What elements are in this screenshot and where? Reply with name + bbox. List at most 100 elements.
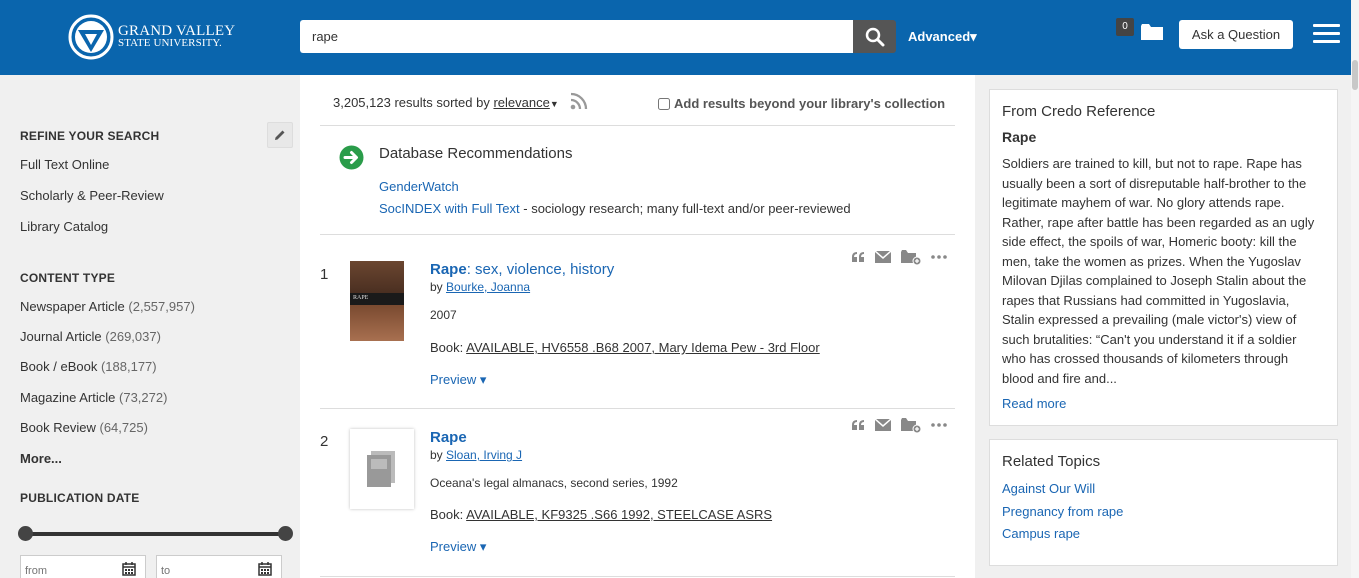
content-type-book[interactable]: Book / eBook (188,177) bbox=[20, 359, 157, 374]
edit-refine-button[interactable] bbox=[267, 122, 293, 148]
result-1-availability-link[interactable]: AVAILABLE, HV6558 .B68 2007, Mary Idema … bbox=[466, 340, 820, 355]
search-bar bbox=[300, 20, 896, 53]
content-type-label: Journal Article bbox=[20, 329, 102, 344]
result-2-number: 2 bbox=[320, 433, 329, 450]
cover-title-text: RAPE bbox=[353, 295, 369, 301]
content-type-more[interactable]: More... bbox=[20, 451, 62, 466]
gvsu-logo[interactable]: GRAND VALLEY STATE UNIVERSITY. bbox=[68, 13, 238, 61]
result-1-number: 1 bbox=[320, 266, 329, 283]
divider bbox=[320, 234, 955, 235]
content-type-magazine[interactable]: Magazine Article (73,272) bbox=[20, 390, 167, 405]
db-link-socindex[interactable]: SocINDEX with Full Text bbox=[379, 201, 520, 216]
calendar-icon[interactable] bbox=[122, 562, 136, 576]
credo-read-more-link[interactable]: Read more bbox=[1002, 396, 1066, 411]
date-from-input[interactable] bbox=[21, 556, 113, 578]
content-type-book-review[interactable]: Book Review (64,725) bbox=[20, 420, 148, 435]
db-link-genderwatch[interactable]: GenderWatch bbox=[379, 179, 459, 194]
slider-handle-end[interactable] bbox=[278, 526, 293, 541]
related-topic-link[interactable]: Against Our Will bbox=[1002, 481, 1095, 496]
result-1-author-link[interactable]: Bourke, Joanna bbox=[446, 280, 530, 294]
related-topic-link[interactable]: Campus rape bbox=[1002, 526, 1080, 541]
content-type-count: (64,725) bbox=[99, 420, 148, 435]
related-topic-link[interactable]: Pregnancy from rape bbox=[1002, 504, 1123, 519]
content-type-heading: CONTENT TYPE bbox=[20, 271, 116, 285]
ask-a-question-button[interactable]: Ask a Question bbox=[1179, 20, 1293, 49]
beyond-collection-toggle[interactable]: Add results beyond your library's collec… bbox=[658, 96, 945, 111]
refine-library-catalog[interactable]: Library Catalog bbox=[20, 219, 108, 234]
logo-text: GRAND VALLEY STATE UNIVERSITY. bbox=[118, 24, 235, 50]
email-icon[interactable] bbox=[875, 251, 891, 263]
content-type-label: Book / eBook bbox=[20, 359, 98, 374]
date-range-slider[interactable] bbox=[25, 532, 285, 536]
result-1-availability: Book: AVAILABLE, HV6558 .B68 2007, Mary … bbox=[430, 340, 820, 355]
result-title-rest: : sex, violence, history bbox=[466, 261, 615, 278]
beyond-collection-checkbox[interactable] bbox=[658, 97, 670, 110]
refine-full-text-online[interactable]: Full Text Online bbox=[20, 157, 109, 172]
logo-line-2: STATE UNIVERSITY. bbox=[118, 37, 222, 49]
db-recommendation-socindex: SocINDEX with Full Text - sociology rese… bbox=[379, 201, 851, 216]
content-type-count: (188,177) bbox=[100, 359, 157, 374]
database-recommendations-title: Database Recommendations bbox=[379, 145, 573, 162]
sort-caret-icon[interactable]: ▼ bbox=[550, 99, 559, 109]
db-socindex-description: - sociology research; many full-text and… bbox=[519, 201, 851, 216]
cite-icon[interactable] bbox=[851, 251, 865, 263]
result-1-preview-toggle[interactable]: Preview ▾ bbox=[430, 372, 486, 388]
related-topics-heading: Related Topics bbox=[1002, 453, 1101, 470]
by-label: by bbox=[430, 280, 447, 294]
more-options-icon[interactable] bbox=[931, 423, 947, 427]
search-icon bbox=[865, 27, 884, 46]
date-to-box bbox=[156, 555, 282, 578]
email-icon[interactable] bbox=[875, 419, 891, 431]
result-1-meta: 2007 bbox=[430, 308, 457, 322]
result-2-cover-placeholder[interactable] bbox=[350, 429, 414, 509]
date-to-input[interactable] bbox=[157, 556, 249, 578]
content-type-count: (2,557,957) bbox=[128, 299, 195, 314]
folder-icon bbox=[1141, 24, 1163, 40]
content-type-label: Newspaper Article bbox=[20, 299, 125, 314]
content-type-count: (269,037) bbox=[105, 329, 161, 344]
divider bbox=[320, 408, 955, 409]
divider bbox=[320, 576, 955, 577]
beyond-collection-label: Add results beyond your library's collec… bbox=[674, 96, 946, 111]
results-summary: 3,205,123 results sorted by relevance▼ bbox=[333, 95, 559, 110]
slider-handle-start[interactable] bbox=[18, 526, 33, 541]
credo-reference-panel: From Credo Reference Rape Soldiers are t… bbox=[989, 89, 1338, 426]
book-placeholder-icon bbox=[367, 451, 395, 487]
calendar-icon[interactable] bbox=[258, 562, 272, 576]
result-2-meta: Oceana's legal almanacs, second series, … bbox=[430, 476, 678, 490]
result-2-author-link[interactable]: Sloan, Irving J bbox=[446, 448, 522, 462]
availability-prefix: Book: bbox=[430, 340, 467, 355]
saved-items-folder[interactable]: 0 bbox=[1116, 16, 1166, 46]
result-2-availability-link[interactable]: AVAILABLE, KF9325 .S66 1992, STEELCASE A… bbox=[466, 507, 772, 522]
scrollbar-thumb[interactable] bbox=[1352, 60, 1358, 90]
rss-icon[interactable] bbox=[570, 92, 588, 110]
search-button[interactable] bbox=[853, 20, 896, 53]
more-options-icon[interactable] bbox=[931, 255, 947, 259]
search-input[interactable] bbox=[300, 20, 853, 53]
content-type-newspaper[interactable]: Newspaper Article (2,557,957) bbox=[20, 299, 195, 314]
add-to-folder-icon[interactable] bbox=[901, 249, 921, 265]
result-2-title-link[interactable]: Rape bbox=[430, 429, 467, 446]
result-1-cover-image[interactable]: RAPE bbox=[350, 261, 404, 341]
divider bbox=[320, 125, 955, 126]
content-type-label: Book Review bbox=[20, 420, 96, 435]
menu-icon[interactable] bbox=[1313, 24, 1340, 46]
sort-dropdown[interactable]: relevance bbox=[493, 95, 549, 110]
result-1-actions bbox=[851, 249, 957, 265]
advanced-search-dropdown[interactable]: Advanced▾ bbox=[908, 29, 977, 45]
folder-count-badge: 0 bbox=[1116, 18, 1134, 36]
content-type-journal[interactable]: Journal Article (269,037) bbox=[20, 329, 161, 344]
cite-icon[interactable] bbox=[851, 419, 865, 431]
refine-scholarly[interactable]: Scholarly & Peer-Review bbox=[20, 188, 164, 203]
result-1-title-link[interactable]: Rape: sex, violence, history bbox=[430, 261, 614, 278]
by-label: by bbox=[430, 448, 447, 462]
content-type-count: (73,272) bbox=[119, 390, 168, 405]
result-2-preview-toggle[interactable]: Preview ▾ bbox=[430, 539, 486, 555]
result-title-bold: Rape bbox=[430, 429, 467, 446]
result-2-byline: by Sloan, Irving J bbox=[430, 448, 522, 462]
top-bar: GRAND VALLEY STATE UNIVERSITY. Advanced▾… bbox=[0, 0, 1359, 75]
refine-heading: REFINE YOUR SEARCH bbox=[20, 129, 160, 143]
add-to-folder-icon[interactable] bbox=[901, 417, 921, 433]
result-1-byline: by Bourke, Joanna bbox=[430, 280, 530, 294]
related-topics-panel: Related Topics Against Our Will Pregnanc… bbox=[989, 439, 1338, 566]
